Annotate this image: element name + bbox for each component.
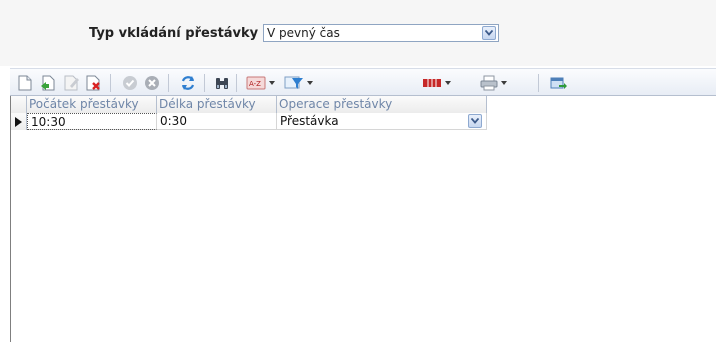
- edit-record-icon[interactable]: [64, 75, 80, 91]
- delete-record-icon[interactable]: [86, 75, 102, 91]
- toolbar-separator: [168, 74, 169, 92]
- export-icon[interactable]: [550, 75, 568, 91]
- sort-icon[interactable]: A-Z: [246, 75, 275, 91]
- column-header-length[interactable]: Délka přestávky: [157, 96, 277, 113]
- table-row[interactable]: 10:30 0:30 Přestávka: [11, 113, 487, 130]
- toolbar-separator: [236, 74, 237, 92]
- start-cell[interactable]: 10:30: [27, 113, 157, 130]
- grid-header: Počátek přestávky Délka přestávky Operac…: [11, 96, 487, 114]
- filter-icon[interactable]: [284, 75, 313, 91]
- insert-type-label: Typ vkládání přestávky: [89, 26, 259, 41]
- cancel-icon[interactable]: [144, 75, 160, 91]
- grid-toolbar: A-Z: [10, 68, 716, 96]
- operation-cell[interactable]: Přestávka: [277, 113, 487, 130]
- svg-text:A-Z: A-Z: [249, 80, 261, 88]
- length-cell[interactable]: 0:30: [157, 113, 277, 130]
- find-icon[interactable]: [214, 75, 230, 91]
- insert-type-value: V pevný čas: [267, 26, 340, 40]
- chevron-down-icon[interactable]: [468, 114, 482, 128]
- chevron-down-icon[interactable]: [482, 26, 496, 40]
- copy-record-icon[interactable]: [40, 75, 56, 91]
- toolbar-separator: [538, 74, 539, 92]
- toolbar-separator: [204, 74, 205, 92]
- column-header-start[interactable]: Počátek přestávky: [27, 96, 157, 113]
- print-icon[interactable]: [480, 75, 507, 91]
- operation-value: Přestávka: [280, 114, 339, 128]
- row-header-corner: [11, 96, 27, 113]
- toolbar-separator: [110, 74, 111, 92]
- column-header-operation[interactable]: Operace přestávky: [277, 96, 487, 113]
- current-row-arrow-icon: [11, 113, 27, 130]
- filter-panel: Typ vkládání přestávky V pevný čas: [0, 0, 716, 66]
- insert-type-select[interactable]: V pevný čas: [263, 24, 499, 42]
- columns-icon[interactable]: [422, 75, 451, 91]
- refresh-icon[interactable]: [180, 75, 196, 91]
- break-grid: Počátek přestávky Délka přestávky Operac…: [10, 96, 716, 342]
- confirm-icon[interactable]: [122, 75, 138, 91]
- new-record-icon[interactable]: [18, 75, 32, 91]
